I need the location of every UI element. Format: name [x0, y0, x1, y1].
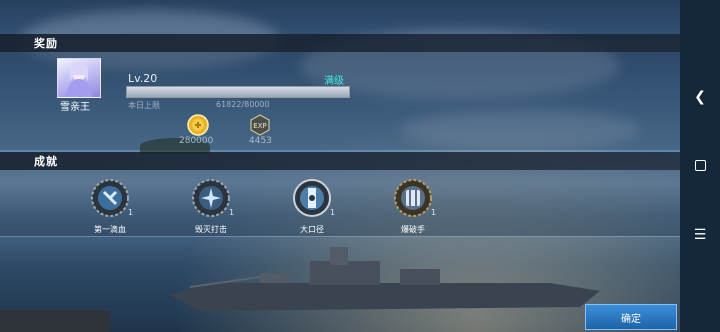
- divider: [0, 236, 680, 237]
- confirm-button[interactable]: 确定: [585, 304, 677, 330]
- exp-icon: EXP: [250, 114, 270, 136]
- level-progress-bar: [126, 86, 350, 98]
- achievement-name: 毁灭打击: [195, 225, 227, 234]
- first-blood-badge-icon: [91, 179, 129, 217]
- svg-text:EXP: EXP: [253, 122, 266, 130]
- level-progress-fill: [127, 87, 349, 97]
- gold-value: 280000: [179, 136, 214, 146]
- battleship-silhouette: [170, 247, 600, 311]
- achievement-item: 1 爆破手: [373, 178, 453, 235]
- rewards-panel: [0, 52, 680, 150]
- achievement-item: 1 毁灭打击: [171, 178, 251, 235]
- system-navigation-bar: ❮ ☰: [680, 0, 720, 332]
- back-chevron-icon[interactable]: ❮: [680, 82, 720, 112]
- achievement-count: 1: [128, 208, 134, 217]
- exp-value: 4453: [249, 136, 272, 146]
- achievement-name: 爆破手: [401, 225, 425, 234]
- daily-limit-label: 本日上限: [128, 101, 160, 110]
- level-status: 满级: [324, 76, 344, 87]
- level-label: Lv.20: [128, 72, 158, 85]
- gold-coin-icon: [187, 114, 209, 136]
- achievement-name: 第一滴血: [94, 225, 126, 234]
- home-square-icon[interactable]: [680, 150, 720, 180]
- achievement-count: 1: [229, 208, 235, 217]
- rewards-header: 奖励: [0, 34, 680, 52]
- achievement-count: 1: [330, 208, 336, 217]
- achievements-header: 成就: [0, 152, 680, 170]
- achievement-item: 1 大口径: [272, 178, 352, 235]
- achievement-item: 1 第一滴血: [70, 178, 150, 235]
- achievements-title: 成就: [34, 155, 58, 168]
- achievement-count: 1: [431, 208, 437, 217]
- character-avatar: [57, 58, 101, 98]
- rewards-title: 奖励: [34, 37, 58, 50]
- character-name: 雪亲王: [60, 102, 90, 113]
- daily-limit-value: 61822/80000: [216, 100, 270, 109]
- achievement-name: 大口径: [300, 225, 324, 234]
- deck-foreground: [0, 310, 110, 332]
- demolition-badge-icon: [394, 179, 432, 217]
- large-caliber-badge-icon: [293, 179, 331, 217]
- menu-icon[interactable]: ☰: [680, 220, 720, 250]
- devastating-strike-badge-icon: [192, 179, 230, 217]
